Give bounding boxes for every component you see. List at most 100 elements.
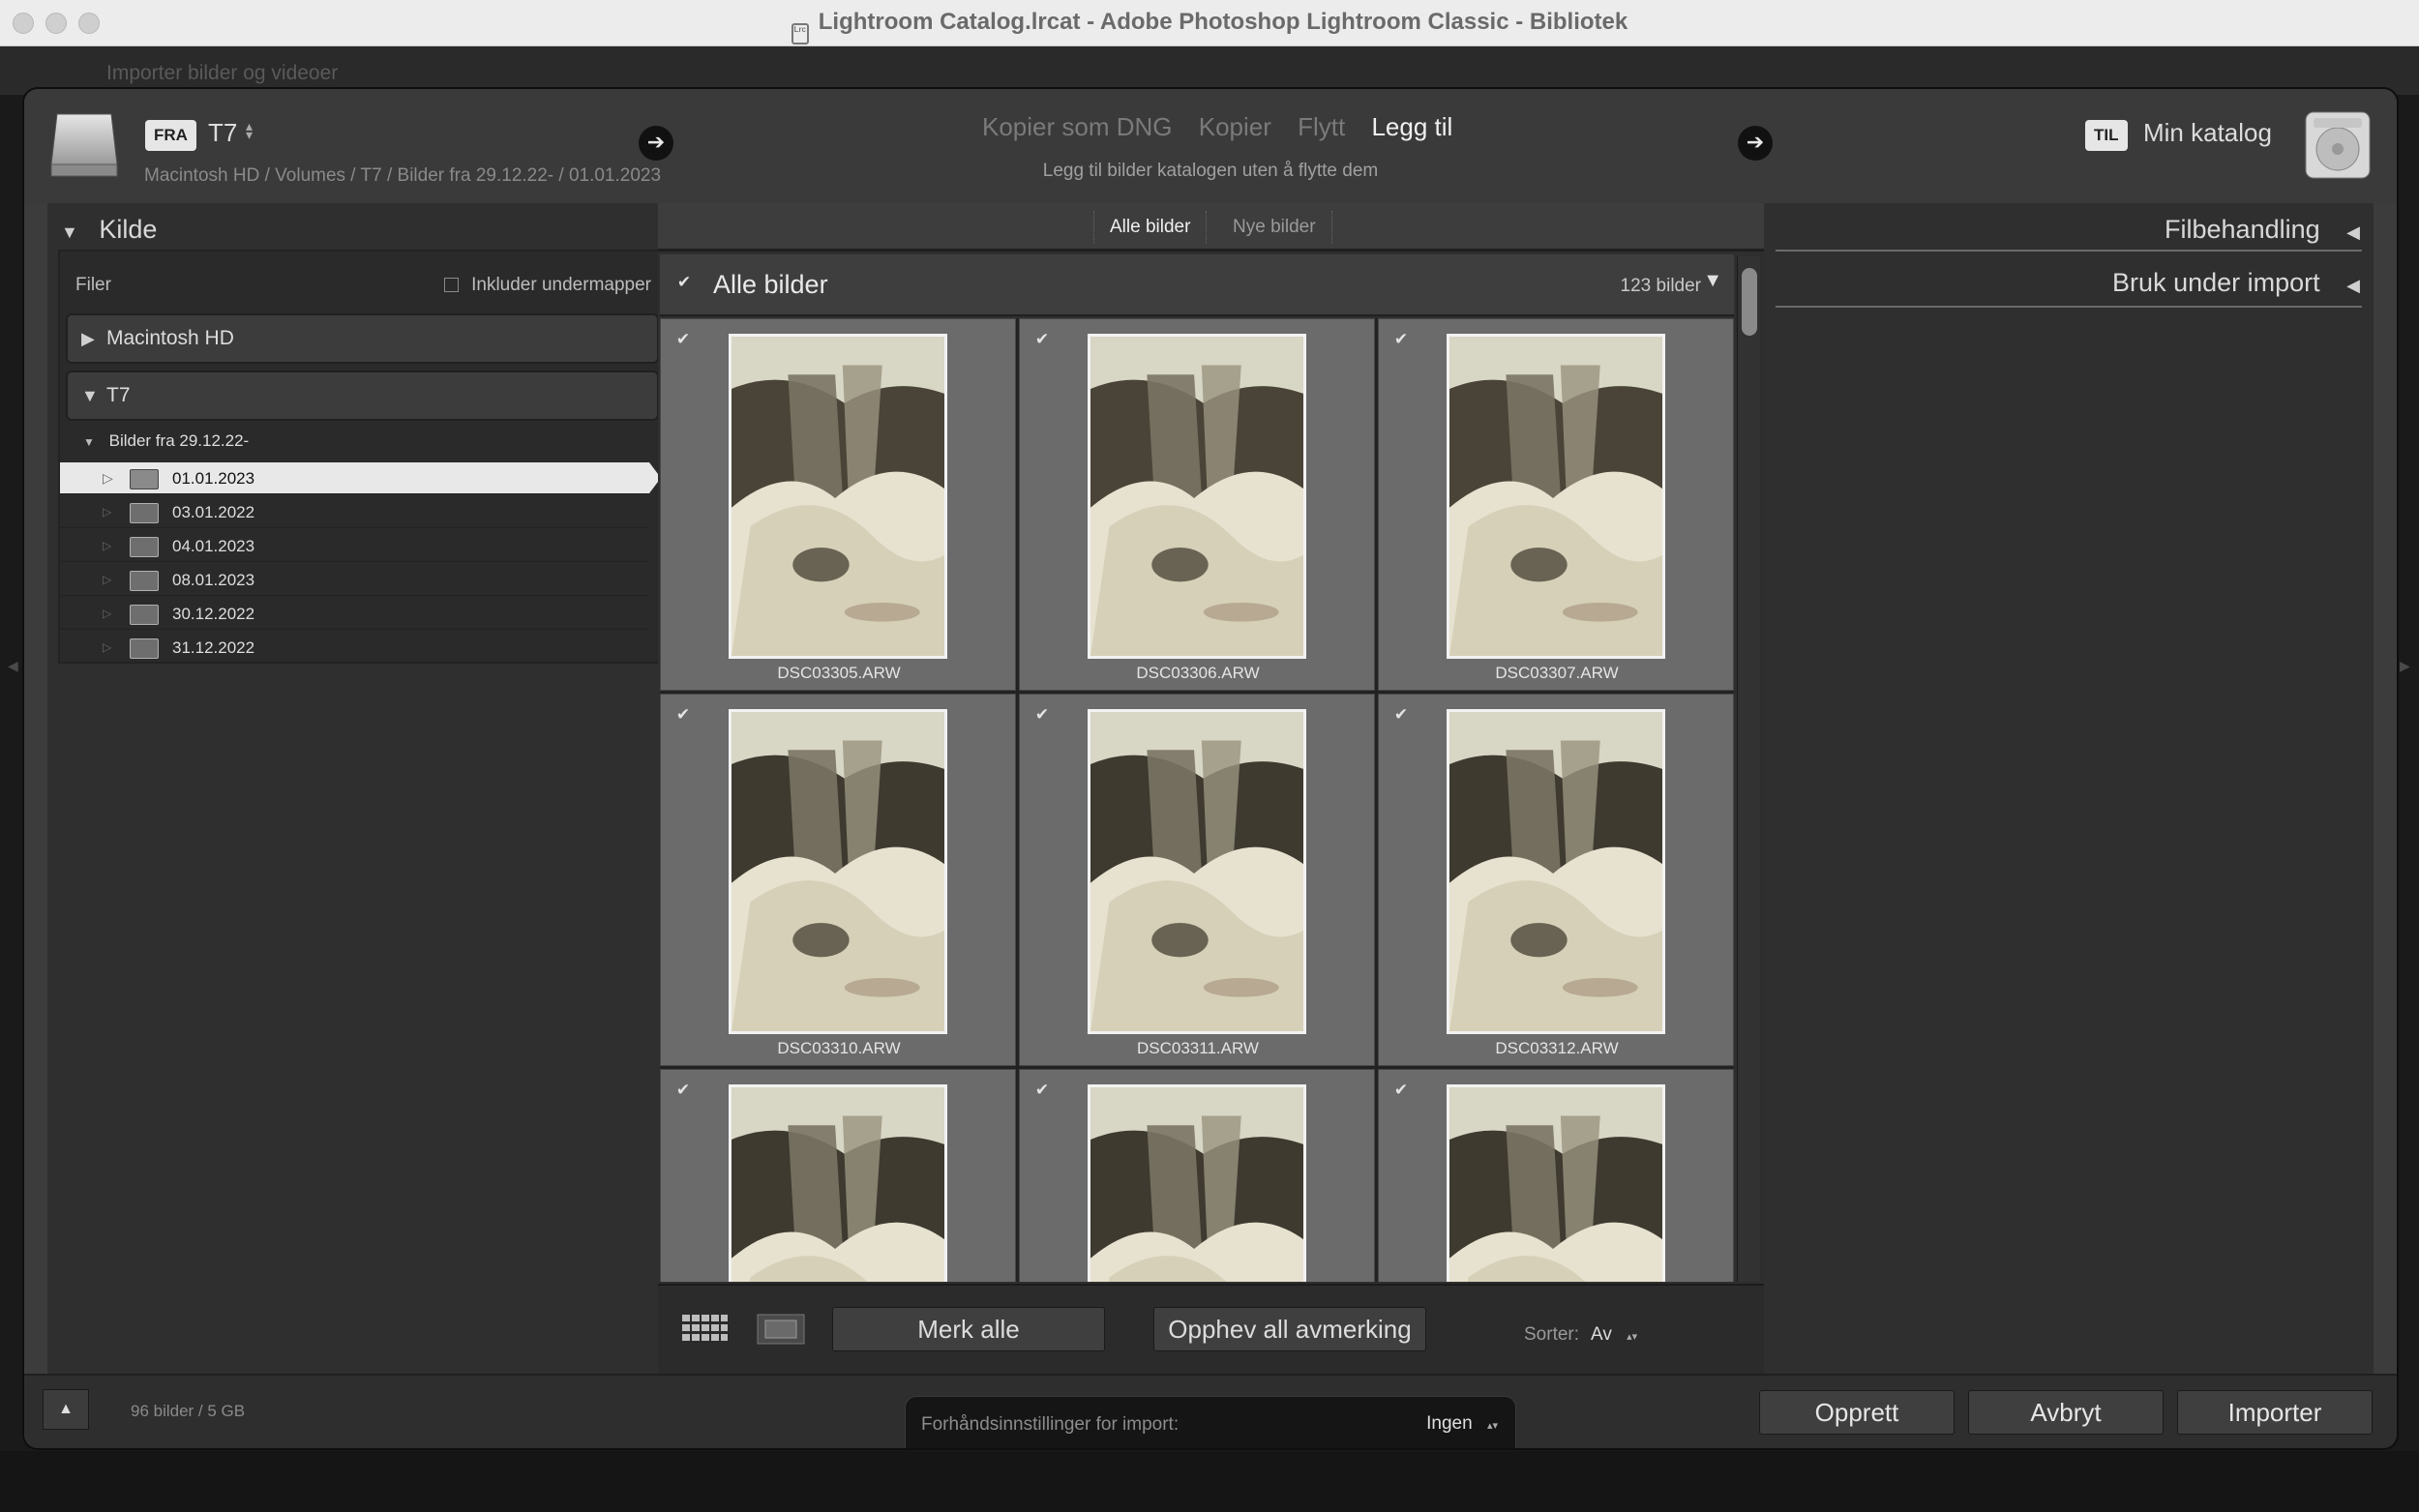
photo-thumbnail[interactable] xyxy=(1088,709,1306,1034)
thumbnail-checkbox[interactable]: ✔ xyxy=(1392,1082,1410,1099)
folder-row-31-12-2022[interactable]: ▷ 31.12.2022 xyxy=(60,632,649,664)
expand-triangle-icon[interactable]: ▷ xyxy=(103,564,111,596)
folder-row-30-12-2022[interactable]: ▷ 30.12.2022 xyxy=(60,598,649,630)
sort-value: Av xyxy=(1591,1324,1612,1345)
loupe-view-icon[interactable] xyxy=(757,1314,805,1345)
thumbnail-cell[interactable]: ✔ DSC03307.ARW xyxy=(1378,318,1734,691)
include-subfolders-checkbox[interactable] xyxy=(443,278,459,292)
cancel-button[interactable]: Avbryt xyxy=(1968,1390,2164,1435)
collapse-triangle-icon[interactable]: ▼ xyxy=(83,435,95,449)
catalog-hard-drive-icon xyxy=(2305,111,2371,179)
destination-panel: Filbehandling ◀ Bruk under import ◀ xyxy=(1764,203,2374,1374)
check-all-button[interactable]: Merk alle xyxy=(832,1307,1105,1351)
tab-new-photos[interactable]: Nye bilder xyxy=(1217,211,1332,244)
window-title: Lrc Lightroom Catalog.lrcat - Adobe Photo… xyxy=(0,9,2419,44)
collapse-triangle-icon[interactable]: ▼ xyxy=(81,372,99,419)
right-edge-arrow-icon[interactable]: ▶ xyxy=(2400,658,2410,674)
folder-name: 01.01.2023 xyxy=(172,469,255,488)
grid-dropdown-icon[interactable]: ▼ xyxy=(1703,270,1722,292)
tab-all-photos[interactable]: Alle bilder xyxy=(1093,211,1208,244)
grid-view-icon[interactable] xyxy=(679,1312,730,1345)
parent-folder-row[interactable]: ▼ Bilder fra 29.12.22- xyxy=(83,431,249,451)
photo-thumbnail[interactable] xyxy=(1088,1084,1306,1282)
collapse-triangle-icon[interactable]: ▼ xyxy=(61,222,78,243)
photo-thumbnail[interactable] xyxy=(729,1084,947,1282)
folder-row-03-01-2022[interactable]: ▷ 03.01.2022 xyxy=(60,496,649,528)
photo-thumbnail[interactable] xyxy=(729,709,947,1034)
photo-thumbnail[interactable] xyxy=(1447,334,1665,659)
source-updown-icon[interactable]: ▴ ▾ xyxy=(246,119,253,141)
expand-triangle-icon[interactable]: ▶ xyxy=(81,315,95,362)
thumbnail-checkbox[interactable]: ✔ xyxy=(1033,706,1051,724)
thumbnail-filename: DSC03307.ARW xyxy=(1495,664,1619,682)
mode-copy[interactable]: Kopier xyxy=(1199,112,1271,141)
photo-thumbnail[interactable] xyxy=(729,334,947,659)
section-divider xyxy=(1776,306,2362,308)
destination-name[interactable]: Min katalog xyxy=(2143,118,2272,148)
import-dialog: FRA T7 ▴ ▾ Macintosh HD / Volumes / T7 / … xyxy=(24,89,2397,1448)
source-panel-title: Kilde xyxy=(99,215,158,244)
grid-header: ✔ Alle bilder 123 bilder ▼ xyxy=(660,254,1734,316)
thumbnail-cell[interactable]: ✔ DSC03312.ARW xyxy=(1378,694,1734,1066)
import-preset-bar[interactable]: Forhåndsinnstillinger for import: Ingen … xyxy=(905,1396,1516,1448)
thumbnail-cell[interactable]: ✔ DSC03306.ARW xyxy=(1019,318,1375,691)
create-button[interactable]: Opprett xyxy=(1759,1390,1955,1435)
volume-t7[interactable]: ▼ T7 xyxy=(66,371,659,421)
thumbnail-cell[interactable]: ✔ xyxy=(1378,1069,1734,1282)
expand-triangle-icon[interactable]: ◀ xyxy=(2346,276,2360,296)
sort-select[interactable]: Av ▴▾ xyxy=(1591,1324,1637,1346)
expand-triangle-icon[interactable]: ▷ xyxy=(103,530,111,562)
grid-tabs-bar: Alle bilder Nye bilder xyxy=(658,203,1764,252)
source-selector[interactable]: T7 xyxy=(208,118,237,148)
folder-row-04-01-2023[interactable]: ▷ 04.01.2023 xyxy=(60,530,649,562)
uncheck-all-button[interactable]: Opphev all avmerking xyxy=(1153,1307,1426,1351)
folder-name: 08.01.2023 xyxy=(172,571,255,589)
preset-select[interactable]: Ingen ▴▾ xyxy=(1426,1413,1498,1435)
files-label: Filer xyxy=(75,275,111,295)
volume-macintosh-hd[interactable]: ▶ Macintosh HD xyxy=(66,313,659,364)
apply-during-import-title: Bruk under import xyxy=(2112,268,2320,297)
import-button[interactable]: Importer xyxy=(2177,1390,2373,1435)
collapse-dialog-button[interactable]: ▲ xyxy=(43,1389,89,1430)
all-photos-checkbox[interactable]: ✔ xyxy=(675,274,693,291)
expand-triangle-icon[interactable]: ▷ xyxy=(103,632,111,664)
include-subfolders-option[interactable]: Inkluder undermapper xyxy=(443,275,651,296)
source-panel-header[interactable]: ▼ Kilde xyxy=(61,215,157,245)
thumbnail-checkbox[interactable]: ✔ xyxy=(674,706,692,724)
folder-row-08-01-2023[interactable]: ▷ 08.01.2023 xyxy=(60,564,649,596)
thumbnail-checkbox[interactable]: ✔ xyxy=(1392,331,1410,348)
waterfall-photo-image xyxy=(732,712,944,1031)
updown-icon: ▴▾ xyxy=(1486,1420,1498,1432)
grid-scrollbar[interactable] xyxy=(1737,256,1760,1282)
source-browser: Filer Inkluder undermapper ▶ Macintosh H… xyxy=(58,250,667,664)
thumbnail-checkbox[interactable]: ✔ xyxy=(1392,706,1410,724)
apply-during-import-section-header[interactable]: Bruk under import ◀ xyxy=(2112,268,2360,298)
file-handling-section-header[interactable]: Filbehandling ◀ xyxy=(2165,215,2360,245)
destination-arrow-icon: ➔ xyxy=(1738,126,1773,161)
photo-thumbnail[interactable] xyxy=(1447,709,1665,1034)
thumbnail-cell[interactable]: ✔ xyxy=(1019,1069,1375,1282)
expand-triangle-icon[interactable]: ▷ xyxy=(103,496,111,528)
from-tag: FRA xyxy=(145,120,196,151)
thumbnail-checkbox[interactable]: ✔ xyxy=(674,1082,692,1099)
expand-triangle-icon[interactable]: ▷ xyxy=(103,462,113,494)
thumbnail-checkbox[interactable]: ✔ xyxy=(1033,331,1051,348)
thumbnail-cell[interactable]: ✔ xyxy=(660,1069,1016,1282)
mode-add[interactable]: Legg til xyxy=(1371,112,1452,141)
thumbnail-cell[interactable]: ✔ DSC03310.ARW xyxy=(660,694,1016,1066)
volume-label: Macintosh HD xyxy=(106,327,234,349)
thumbnail-checkbox[interactable]: ✔ xyxy=(1033,1082,1051,1099)
thumbnail-cell[interactable]: ✔ DSC03311.ARW xyxy=(1019,694,1375,1066)
folder-row-01-01-2023[interactable]: ▷ 01.01.2023 xyxy=(60,462,661,494)
source-arrow-icon: ➔ xyxy=(639,126,673,161)
mode-copy-as-dng[interactable]: Kopier som DNG xyxy=(982,112,1173,141)
thumbnail-cell[interactable]: ✔ DSC03305.ARW xyxy=(660,318,1016,691)
left-edge-arrow-icon[interactable]: ◀ xyxy=(8,658,18,674)
scrollbar-thumb[interactable] xyxy=(1742,268,1757,336)
expand-triangle-icon[interactable]: ▷ xyxy=(103,598,111,630)
mode-move[interactable]: Flytt xyxy=(1298,112,1345,141)
expand-triangle-icon[interactable]: ◀ xyxy=(2346,222,2360,243)
photo-thumbnail[interactable] xyxy=(1088,334,1306,659)
photo-thumbnail[interactable] xyxy=(1447,1084,1665,1282)
thumbnail-checkbox[interactable]: ✔ xyxy=(674,331,692,348)
